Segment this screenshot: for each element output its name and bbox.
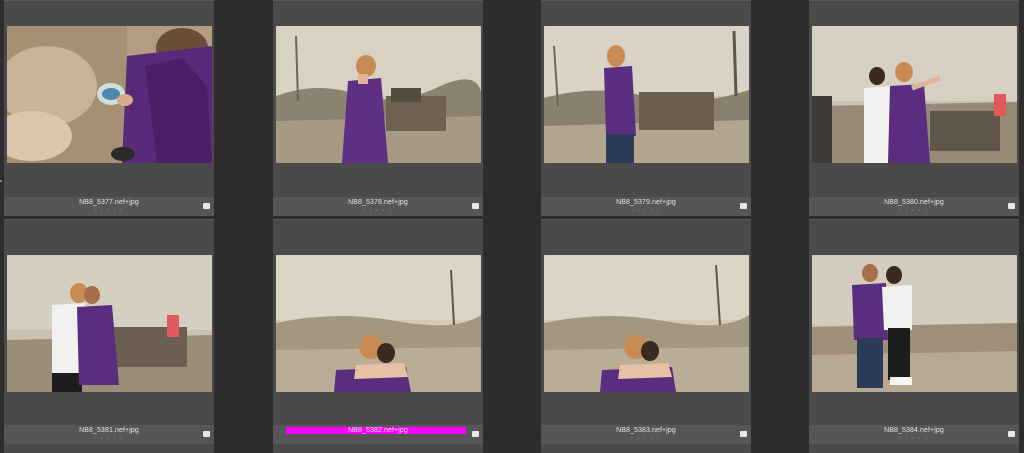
file-badge-icon[interactable] <box>203 203 210 209</box>
photo-image <box>544 26 749 163</box>
rating-dots[interactable]: • • • • • <box>541 435 751 440</box>
photo-thumbnail[interactable] <box>7 255 212 392</box>
rating-dots[interactable]: • • • • • <box>541 207 751 212</box>
thumbnail-cell-5384[interactable]: NB8_5384.nef+jpg • • • • • <box>809 219 1019 453</box>
photo-image <box>276 255 481 392</box>
rating-dots[interactable]: • • • • • <box>4 435 214 440</box>
file-badge-icon[interactable] <box>740 431 747 437</box>
photo-image <box>276 26 481 163</box>
thumbnail-cell-5382[interactable]: NB8_5382.nef+jpg <box>273 219 483 453</box>
thumbnail-cell-5377[interactable]: NB8_5377.nef+jpg • • • • • <box>4 0 214 216</box>
thumbnail-grid: NB8_5377.nef+jpg • • • • • NB8_5378.nef+… <box>0 0 1024 453</box>
photo-thumbnail[interactable] <box>544 255 749 392</box>
filename-label: NB8_5378.nef+jpg <box>348 199 408 206</box>
caption-bar: NB8_5381.nef+jpg • • • • • <box>4 425 214 444</box>
filename-label: NB8_5384.nef+jpg <box>884 427 944 434</box>
photo-image <box>7 255 212 392</box>
file-badge-icon[interactable] <box>1008 431 1015 437</box>
caption-bar: NB8_5383.nef+jpg • • • • • <box>541 425 751 444</box>
file-badge-icon[interactable] <box>1008 203 1015 209</box>
photo-thumbnail[interactable] <box>7 26 212 163</box>
thumbnail-cell-5378[interactable]: NB8_5378.nef+jpg • • • • • <box>273 0 483 216</box>
rating-dots[interactable]: • • • • • <box>809 435 1019 440</box>
photo-image <box>812 26 1017 163</box>
photo-image <box>812 255 1017 392</box>
caption-bar: NB8_5384.nef+jpg • • • • • <box>809 425 1019 444</box>
filename-label: NB8_5379.nef+jpg <box>616 199 676 206</box>
thumbnail-cell-5379[interactable]: NB8_5379.nef+jpg • • • • • <box>541 0 751 216</box>
photo-thumbnail[interactable] <box>276 26 481 163</box>
file-badge-icon[interactable] <box>472 203 479 209</box>
caption-bar: NB8_5378.nef+jpg • • • • • <box>273 197 483 216</box>
thumbnail-cell-5381[interactable]: NB8_5381.nef+jpg • • • • • <box>4 219 214 453</box>
filename-label: NB8_5381.nef+jpg <box>79 427 139 434</box>
file-badge-icon[interactable] <box>472 431 479 437</box>
filename-label: NB8_5383.nef+jpg <box>616 427 676 434</box>
caption-bar: NB8_5380.nef+jpg • • • • • <box>809 197 1019 216</box>
photo-image <box>544 255 749 392</box>
file-badge-icon[interactable] <box>203 431 210 437</box>
caption-bar: NB8_5379.nef+jpg • • • • • <box>541 197 751 216</box>
photo-thumbnail[interactable] <box>812 255 1017 392</box>
thumbnail-cell-5380[interactable]: NB8_5380.nef+jpg • • • • • <box>809 0 1019 216</box>
thumbnail-cell-5383[interactable]: NB8_5383.nef+jpg • • • • • <box>541 219 751 453</box>
photo-thumbnail[interactable] <box>276 255 481 392</box>
filename-label: NB8_5380.nef+jpg <box>884 199 944 206</box>
photo-thumbnail[interactable] <box>812 26 1017 163</box>
filename-label: NB8_5377.nef+jpg <box>79 199 139 206</box>
caption-bar: NB8_5377.nef+jpg • • • • • <box>4 197 214 216</box>
photo-thumbnail[interactable] <box>544 26 749 163</box>
rating-dots[interactable]: • • • • • <box>4 207 214 212</box>
scroll-edge-marker <box>0 180 2 182</box>
filename-label: NB8_5382.nef+jpg <box>348 427 408 434</box>
caption-bar: NB8_5382.nef+jpg <box>273 425 483 444</box>
rating-dots[interactable]: • • • • • <box>809 207 1019 212</box>
file-badge-icon[interactable] <box>740 203 747 209</box>
rating-dots[interactable]: • • • • • <box>273 207 483 212</box>
photo-image <box>7 26 212 163</box>
